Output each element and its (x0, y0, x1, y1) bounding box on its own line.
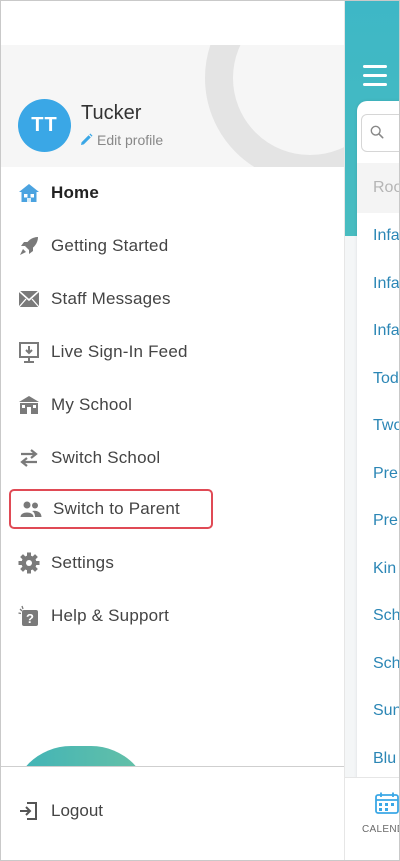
app-frame: Roo Infa Infa Infa Tod Two Pre Pre Kin S… (0, 0, 400, 861)
room-item[interactable]: Pre (373, 463, 399, 511)
navigation-drawer: TT Tucker Edit profile Home Getting Star… (1, 1, 345, 860)
room-item[interactable]: Sun (373, 700, 399, 748)
menu-item-label: My School (51, 395, 133, 414)
menu-item-switch-school[interactable]: Switch School (9, 438, 213, 478)
hamburger-menu-icon[interactable] (363, 65, 387, 89)
envelope-icon (17, 287, 41, 311)
menu-item-staff-messages[interactable]: Staff Messages (9, 279, 213, 319)
rooms-placeholder: Roo (373, 179, 400, 196)
help-icon: ? (17, 604, 41, 628)
bottom-tab-bar: CALEND (345, 777, 399, 860)
room-item[interactable]: Sch (373, 653, 399, 701)
background-app: Roo Infa Infa Infa Tod Two Pre Pre Kin S… (345, 1, 400, 860)
logout-label: Logout (51, 801, 103, 820)
room-item[interactable]: Kin (373, 558, 399, 606)
menu-item-label: Switch School (51, 448, 161, 467)
logout-icon (17, 799, 41, 823)
menu-item-switch-to-parent[interactable]: Switch to Parent (9, 489, 213, 529)
home-icon (17, 181, 41, 205)
gear-icon (17, 551, 41, 575)
menu-item-help-support[interactable]: ? Help & Support (9, 596, 213, 636)
room-item[interactable]: Infa (373, 225, 399, 273)
calendar-tab-label[interactable]: CALEND (362, 824, 399, 835)
edit-profile-link[interactable]: Edit profile (79, 132, 163, 148)
menu-item-my-school[interactable]: My School (9, 385, 213, 425)
room-item[interactable]: Tod (373, 368, 399, 416)
school-icon (17, 393, 41, 417)
menu-item-getting-started[interactable]: Getting Started (9, 226, 213, 266)
menu-item-live-sign-in-feed[interactable]: Live Sign-In Feed (9, 332, 213, 372)
pencil-icon (81, 133, 93, 145)
room-item[interactable]: Two (373, 415, 399, 463)
search-icon (370, 125, 384, 139)
room-item[interactable]: Infa (373, 320, 399, 368)
menu-item-label: Staff Messages (51, 289, 171, 308)
menu-item-label: Home (51, 183, 100, 202)
feed-icon (17, 340, 41, 364)
menu-item-label: Getting Started (51, 236, 169, 255)
menu-item-label: Help & Support (51, 606, 170, 625)
user-name: Tucker (81, 102, 142, 124)
room-item[interactable]: Pre (373, 510, 399, 558)
menu-item-home[interactable]: Home (9, 173, 213, 213)
swap-arrows-icon (17, 446, 41, 470)
room-item[interactable]: Infa (373, 273, 399, 321)
menu-item-label: Live Sign-In Feed (51, 342, 188, 361)
menu-item-label: Switch to Parent (53, 499, 180, 518)
decorative-arc (205, 45, 344, 167)
svg-text:?: ? (26, 611, 34, 626)
profile-header: TT Tucker Edit profile (1, 45, 344, 167)
room-search-input[interactable] (361, 114, 399, 152)
room-list: Infa Infa Infa Tod Two Pre Pre Kin Sch S… (373, 225, 399, 795)
room-item[interactable]: Sch (373, 605, 399, 653)
edit-profile-label: Edit profile (97, 132, 164, 148)
rocket-icon (17, 234, 41, 258)
calendar-icon[interactable] (375, 792, 399, 814)
logout-area: Logout (1, 767, 344, 860)
menu-item-label: Settings (51, 553, 115, 572)
logout-button[interactable]: Logout (9, 791, 103, 831)
avatar[interactable]: TT (18, 99, 71, 152)
users-icon (19, 497, 43, 521)
menu-item-settings[interactable]: Settings (9, 543, 213, 583)
